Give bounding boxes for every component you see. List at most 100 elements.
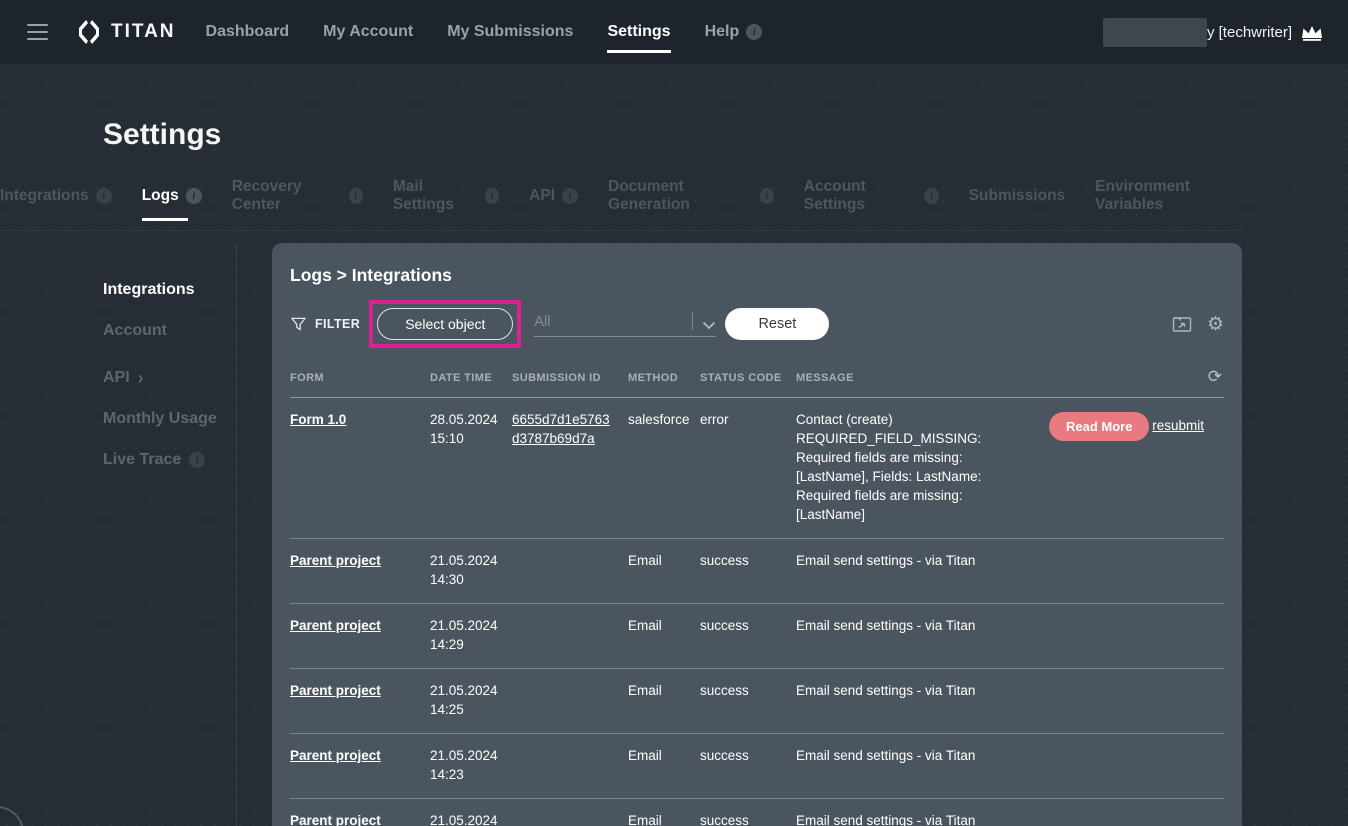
- dropdown-selected-value: All: [534, 314, 692, 330]
- info-icon: i: [760, 188, 774, 204]
- reset-button[interactable]: Reset: [725, 308, 829, 340]
- tab-environment-variables[interactable]: Environment Variables: [1095, 178, 1245, 230]
- info-icon: i: [485, 188, 499, 204]
- info-icon: i: [189, 452, 205, 468]
- message-cell: Email send settings - via Titan: [796, 681, 1049, 700]
- funnel-icon: [290, 316, 307, 333]
- date-time-cell: 21.05.202414:22: [430, 811, 512, 826]
- tab-integrations[interactable]: Integrationsi: [0, 187, 112, 221]
- info-icon[interactable]: i: [746, 24, 762, 40]
- form-link[interactable]: Form 1.0: [290, 412, 346, 427]
- column-header-status-code: STATUS CODE: [700, 372, 796, 384]
- column-header-date-time: DATE TIME: [430, 372, 512, 384]
- message-cell: Email send settings - via Titan: [796, 616, 1049, 635]
- method-cell: Email: [628, 616, 700, 635]
- submission-id-link[interactable]: d3787b69d7a: [512, 429, 595, 448]
- method-cell: Email: [628, 551, 700, 570]
- message-text: REQUIRED_FIELD_MISSING: Required fields …: [796, 429, 1035, 524]
- date-time-cell: 21.05.202414:25: [430, 681, 512, 719]
- cropped-floating-button: [0, 806, 24, 826]
- message-text: Email send settings - via Titan: [796, 746, 1035, 765]
- info-icon: i: [924, 188, 938, 204]
- main-nav: Dashboard My Account My Submissions Sett…: [206, 0, 763, 64]
- sidebar-item-integrations[interactable]: Integrations: [103, 281, 228, 299]
- tab-mail-settings[interactable]: Mail Settingsi: [393, 178, 499, 230]
- form-link[interactable]: Parent project: [290, 683, 381, 698]
- logs-table: FORM DATE TIME SUBMISSION ID METHOD STAT…: [290, 357, 1224, 826]
- hamburger-menu-icon[interactable]: [27, 24, 48, 40]
- redacted-username-box: [1103, 18, 1207, 47]
- form-link[interactable]: Parent project: [290, 748, 381, 763]
- status-code-cell: error: [700, 410, 796, 429]
- annotation-highlight-box: Select object: [369, 300, 521, 348]
- sidebar-item-api[interactable]: API›: [103, 369, 228, 387]
- info-icon: i: [562, 188, 578, 204]
- settings-tab-bar: Integrationsi Logsi Recovery Centeri Mai…: [0, 178, 1245, 231]
- status-code-cell: success: [700, 551, 796, 570]
- crown-icon: [1300, 23, 1324, 41]
- filter-label: FILTER: [290, 316, 360, 333]
- table-row: Parent project 21.05.202414:30 Email suc…: [290, 539, 1224, 604]
- message-text: Email send settings - via Titan: [796, 616, 1035, 635]
- page-title: Settings: [103, 118, 1348, 152]
- table-row: Parent project 21.05.202414:22 Email suc…: [290, 799, 1224, 826]
- tab-recovery-center[interactable]: Recovery Centeri: [232, 178, 363, 230]
- gear-icon[interactable]: ⚙: [1207, 315, 1224, 334]
- sidebar-item-monthly-usage[interactable]: Monthly Usage: [103, 410, 228, 428]
- tab-document-generation[interactable]: Document Generationi: [608, 178, 774, 230]
- tab-submissions[interactable]: Submissions: [969, 187, 1065, 221]
- tab-logs[interactable]: Logsi: [142, 187, 202, 221]
- form-link[interactable]: Parent project: [290, 618, 381, 633]
- info-icon: i: [349, 188, 363, 204]
- chevron-down-icon: [702, 321, 716, 330]
- form-link[interactable]: Parent project: [290, 813, 381, 826]
- submission-id-link[interactable]: 6655d7d1e5763: [512, 410, 610, 429]
- method-cell: salesforce: [628, 410, 700, 429]
- date-time-cell: 21.05.202414:29: [430, 616, 512, 654]
- status-code-cell: success: [700, 811, 796, 826]
- brand-name: TITAN: [111, 21, 176, 43]
- method-cell: Email: [628, 681, 700, 700]
- sidebar-divider: [236, 243, 237, 826]
- nav-item-my-submissions[interactable]: My Submissions: [447, 0, 573, 64]
- message-text: Email send settings - via Titan: [796, 811, 1035, 826]
- column-header-method: METHOD: [628, 372, 700, 384]
- brand-logo[interactable]: TITAN: [76, 18, 176, 46]
- table-body: Form 1.0 28.05.202415:10 6655d7d1e5763d3…: [290, 398, 1224, 826]
- table-row: Parent project 21.05.202414:29 Email suc…: [290, 604, 1224, 669]
- resubmit-link[interactable]: resubmit: [1152, 416, 1204, 435]
- method-cell: Email: [628, 811, 700, 826]
- filter-toolbar: FILTER Select object All Reset ⚙: [290, 299, 1224, 349]
- table-row: Parent project 21.05.202414:23 Email suc…: [290, 734, 1224, 799]
- sidebar-item-live-trace[interactable]: Live Tracei: [103, 451, 228, 469]
- column-header-message: MESSAGE: [796, 372, 1049, 384]
- select-object-button[interactable]: Select object: [377, 308, 513, 340]
- message-cell: Email send settings - via Titan: [796, 811, 1049, 826]
- object-filter-dropdown[interactable]: All: [534, 312, 716, 337]
- sidebar-item-account[interactable]: Account: [103, 322, 228, 340]
- refresh-icon[interactable]: ⟳: [1208, 367, 1222, 387]
- tab-account-settings[interactable]: Account Settingsi: [804, 178, 939, 230]
- table-row: Form 1.0 28.05.202415:10 6655d7d1e5763d3…: [290, 398, 1224, 539]
- info-icon: i: [96, 188, 112, 204]
- logs-sidebar: Integrations Account API› Monthly Usage …: [103, 281, 228, 492]
- username-label[interactable]: y [techwriter]: [1207, 24, 1292, 41]
- titan-logo-icon: [76, 18, 102, 46]
- export-logs-icon[interactable]: [1172, 315, 1192, 333]
- nav-item-settings[interactable]: Settings: [607, 0, 670, 64]
- date-time-cell: 21.05.202414:23: [430, 746, 512, 784]
- tab-api[interactable]: APIi: [529, 187, 578, 221]
- read-more-button[interactable]: Read More: [1049, 412, 1149, 441]
- message-cell: Email send settings - via Titan: [796, 746, 1049, 765]
- user-area: y [techwriter]: [1103, 18, 1324, 47]
- table-row: Parent project 21.05.202414:25 Email suc…: [290, 669, 1224, 734]
- status-code-cell: success: [700, 616, 796, 635]
- chevron-right-icon: ›: [138, 372, 144, 384]
- form-link[interactable]: Parent project: [290, 553, 381, 568]
- nav-item-dashboard[interactable]: Dashboard: [206, 0, 290, 64]
- info-icon: i: [186, 188, 202, 204]
- message-cell: Email send settings - via Titan: [796, 551, 1049, 570]
- status-code-cell: success: [700, 681, 796, 700]
- nav-item-help[interactable]: Help i: [705, 0, 763, 64]
- nav-item-my-account[interactable]: My Account: [323, 0, 413, 64]
